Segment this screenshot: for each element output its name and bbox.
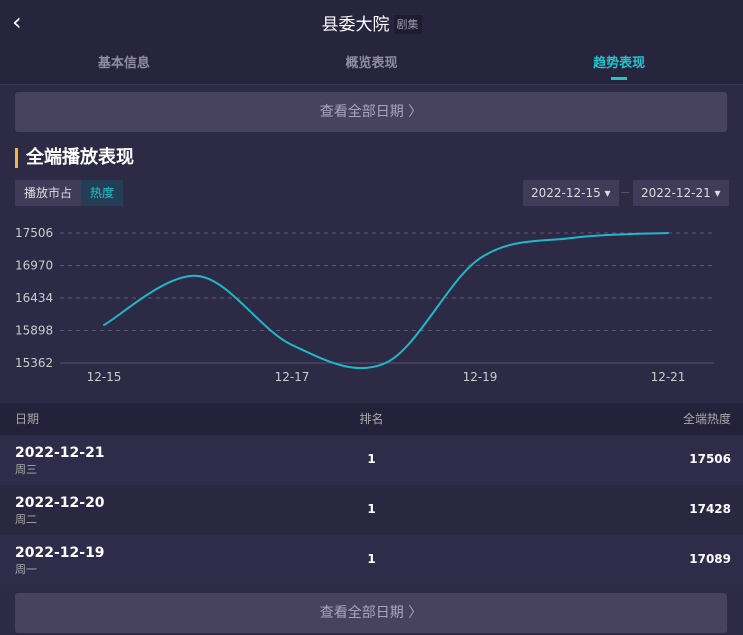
row-weekday: 周三: [15, 463, 37, 476]
x-tick-label: 12-15: [87, 370, 122, 384]
row-weekday: 周二: [15, 513, 37, 526]
view-all-dates-button-bottom[interactable]: 查看全部日期 〉: [15, 593, 727, 633]
view-all-dates-button[interactable]: 查看全部日期 〉: [15, 92, 727, 132]
row-rank: 1: [367, 502, 376, 516]
x-tick-label: 12-19: [463, 370, 498, 384]
segment-market-share[interactable]: 播放市占: [15, 180, 82, 206]
data-point: [103, 323, 105, 326]
table-row: 2022-12-21 周三 1 17506: [0, 435, 743, 485]
y-tick-label: 17506: [15, 226, 53, 240]
tab-overview[interactable]: 概览表现: [248, 52, 496, 82]
data-point: [385, 361, 387, 364]
trend-chart: 15362 15898 16434 16970 17506 12-15 12-17 12-19…: [15, 226, 714, 384]
data-point: [479, 257, 481, 260]
tab-basic-info[interactable]: 基本信息: [0, 52, 248, 82]
segment-heat[interactable]: 热度: [81, 180, 124, 206]
x-tick-label: 12-21: [651, 370, 686, 384]
data-point: [291, 343, 293, 346]
title-text: 县委大院: [321, 15, 390, 35]
y-tick-label: 16970: [15, 259, 53, 273]
x-tick-label: 12-17: [275, 370, 310, 384]
section-title: 全端播放表现: [15, 148, 134, 168]
row-weekday: 周一: [15, 563, 37, 576]
table-header: 日期 排名 全端热度: [0, 403, 743, 435]
row-rank: 1: [367, 452, 376, 466]
table-row: 2022-12-19 周一 1 17089: [0, 535, 743, 585]
series-line: [103, 232, 669, 370]
col-rank: 排名: [359, 412, 384, 426]
y-tick-label: 16434: [15, 291, 53, 305]
data-point: [197, 274, 199, 277]
tab-trend[interactable]: 趋势表现: [495, 52, 743, 82]
row-date: 2022-12-21: [15, 445, 105, 461]
y-tick-label: 15362: [15, 356, 53, 370]
row-date: 2022-12-20: [15, 495, 105, 511]
header: ‹ 县委大院 剧集 基本信息 概览表现 趋势表现: [0, 0, 743, 85]
col-heat: 全端热度: [682, 412, 731, 426]
type-badge: 剧集: [393, 15, 422, 34]
page-title: 县委大院 剧集: [0, 10, 743, 35]
row-heat: 17428: [689, 502, 731, 516]
row-heat: 17089: [689, 552, 731, 566]
row-heat: 17506: [689, 452, 731, 466]
date-from-select[interactable]: 2022-12-15 ▾: [523, 180, 619, 206]
date-separator: [621, 192, 629, 193]
col-date: 日期: [15, 412, 40, 426]
row-rank: 1: [367, 552, 376, 566]
data-point: [573, 236, 575, 239]
table-row: 2022-12-20 周二 1 17428: [0, 485, 743, 535]
row-date: 2022-12-19: [15, 545, 105, 561]
y-tick-label: 15898: [15, 324, 53, 338]
data-point: [667, 232, 669, 234]
date-to-select[interactable]: 2022-12-21 ▾: [633, 180, 729, 206]
